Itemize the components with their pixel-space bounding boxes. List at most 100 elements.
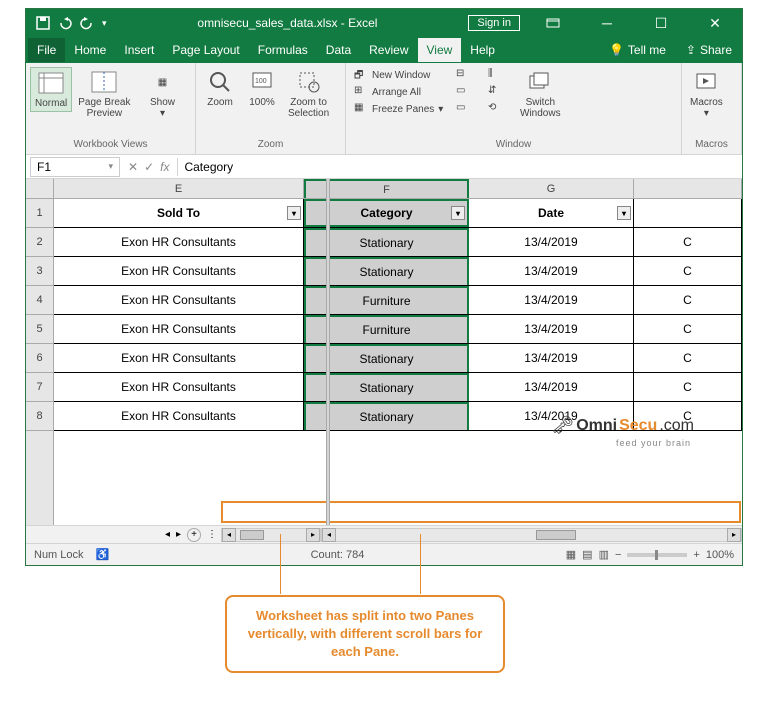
select-all-corner[interactable] xyxy=(26,179,53,199)
cell[interactable]: Exon HR Consultants xyxy=(54,257,304,285)
zoom-button[interactable]: Zoom xyxy=(200,67,240,110)
zoom-100-button[interactable]: 100 100% xyxy=(242,67,282,110)
macros-button[interactable]: Macros▾ xyxy=(686,67,727,121)
cell[interactable]: Exon HR Consultants xyxy=(54,315,304,343)
arrange-all-button[interactable]: ⊞Arrange All xyxy=(350,84,450,100)
normal-view-button[interactable]: Normal xyxy=(30,67,72,112)
add-sheet-icon[interactable]: + xyxy=(187,528,201,542)
save-icon[interactable] xyxy=(36,16,50,30)
signin-button[interactable]: Sign in xyxy=(468,15,520,31)
switch-windows-button[interactable]: Switch Windows xyxy=(516,67,565,121)
filter-icon[interactable]: ▾ xyxy=(617,206,631,220)
row-header[interactable]: 3 xyxy=(26,257,53,286)
header-date[interactable]: Date▾ xyxy=(469,199,634,227)
split-button[interactable]: ⊟ xyxy=(452,67,482,83)
cell[interactable]: 13/4/2019 xyxy=(469,257,634,285)
col-header-g[interactable]: G xyxy=(469,179,634,198)
zoom-out-icon[interactable]: − xyxy=(615,549,621,561)
cell[interactable]: 13/4/2019 xyxy=(469,315,634,343)
header-sold-to[interactable]: Sold To▾ xyxy=(54,199,304,227)
cancel-formula-icon[interactable]: ✕ xyxy=(128,160,138,174)
row-header[interactable]: 2 xyxy=(26,228,53,257)
header-next[interactable] xyxy=(634,199,742,227)
cell[interactable]: C xyxy=(634,315,742,343)
cell[interactable]: Exon HR Consultants xyxy=(54,228,304,256)
cell[interactable]: C xyxy=(634,286,742,314)
pagebreak-preview-button[interactable]: Page Break Preview xyxy=(74,67,134,121)
freeze-panes-button[interactable]: ▦Freeze Panes ▾ xyxy=(350,101,450,117)
zoom-percent[interactable]: 100% xyxy=(706,549,734,561)
cell[interactable]: 13/4/2019 xyxy=(469,373,634,401)
tab-formulas[interactable]: Formulas xyxy=(249,38,317,62)
filter-icon[interactable]: ▾ xyxy=(451,206,465,220)
cell[interactable]: C xyxy=(634,373,742,401)
row-header[interactable]: 1 xyxy=(26,199,53,228)
scroll-thumb[interactable] xyxy=(536,530,576,540)
scroll-left-icon[interactable]: ◂ xyxy=(322,528,336,542)
maximize-icon[interactable]: ☐ xyxy=(640,9,682,37)
row-header[interactable]: 6 xyxy=(26,344,53,373)
name-box[interactable]: F1 ▾ xyxy=(30,157,120,177)
tab-file[interactable]: File xyxy=(28,38,65,62)
view-normal-icon[interactable]: ▦ xyxy=(566,548,576,561)
hide-button[interactable]: ▭ xyxy=(452,84,482,100)
vertical-split-bar[interactable] xyxy=(326,179,330,525)
scrollbar-right-pane[interactable]: ◂ ▸ xyxy=(321,528,742,542)
tab-insert[interactable]: Insert xyxy=(115,38,163,62)
view-break-icon[interactable]: ▥ xyxy=(599,548,609,561)
new-window-button[interactable]: 🗗New Window xyxy=(350,67,450,83)
tab-data[interactable]: Data xyxy=(317,38,360,62)
cell[interactable]: Exon HR Consultants xyxy=(54,373,304,401)
sheet-nav-last-icon[interactable]: ▸ xyxy=(176,529,181,540)
sheet-splitter[interactable]: ⋮ xyxy=(207,529,217,540)
ribbon-display-icon[interactable] xyxy=(532,9,574,37)
tab-view[interactable]: View xyxy=(418,38,462,62)
cell[interactable]: C xyxy=(634,344,742,372)
cell[interactable]: Exon HR Consultants xyxy=(54,402,304,430)
view-layout-icon[interactable]: ▤ xyxy=(582,548,592,561)
sheet-nav-first-icon[interactable]: ◂ xyxy=(165,529,170,540)
minimize-icon[interactable]: ─ xyxy=(586,9,628,37)
tab-home[interactable]: Home xyxy=(65,38,115,62)
cell[interactable]: C xyxy=(634,257,742,285)
zoom-in-icon[interactable]: + xyxy=(693,549,699,561)
cell[interactable]: C xyxy=(634,228,742,256)
scroll-right-icon[interactable]: ▸ xyxy=(727,528,741,542)
scrollbar-left-pane[interactable]: ◂ ▸ xyxy=(221,528,321,542)
row-header[interactable]: 8 xyxy=(26,402,53,431)
name-box-dropdown-icon[interactable]: ▾ xyxy=(108,161,113,172)
cell[interactable]: 13/4/2019 xyxy=(469,228,634,256)
share-button[interactable]: Share xyxy=(700,43,732,57)
tab-review[interactable]: Review xyxy=(360,38,417,62)
unhide-button[interactable]: ▭ xyxy=(452,101,482,117)
tellme-button[interactable]: Tell me xyxy=(628,43,666,57)
formula-input[interactable]: Category xyxy=(177,158,742,176)
zoom-to-selection-button[interactable]: Zoom to Selection xyxy=(284,67,333,121)
cell[interactable]: 13/4/2019 xyxy=(469,286,634,314)
view-side-button[interactable]: ⫼ xyxy=(484,67,514,83)
accessibility-icon[interactable]: ♿ xyxy=(96,548,110,561)
col-header-next[interactable] xyxy=(634,179,742,198)
sync-scroll-button[interactable]: ⇵ xyxy=(484,84,514,100)
undo-icon[interactable] xyxy=(58,16,72,30)
scroll-right-icon[interactable]: ▸ xyxy=(306,528,320,542)
redo-icon[interactable] xyxy=(80,16,94,30)
scroll-thumb[interactable] xyxy=(240,530,264,540)
confirm-formula-icon[interactable]: ✓ xyxy=(144,160,154,174)
cell[interactable]: 13/4/2019 xyxy=(469,344,634,372)
cell[interactable]: Exon HR Consultants xyxy=(54,286,304,314)
col-header-e[interactable]: E xyxy=(54,179,304,198)
zoom-slider[interactable] xyxy=(627,553,687,557)
reset-pos-button[interactable]: ⟲ xyxy=(484,101,514,117)
fx-icon[interactable]: fx xyxy=(160,160,169,174)
filter-icon[interactable]: ▾ xyxy=(287,206,301,220)
row-header[interactable]: 5 xyxy=(26,315,53,344)
tab-help[interactable]: Help xyxy=(461,38,504,62)
row-header[interactable]: 4 xyxy=(26,286,53,315)
close-icon[interactable]: ✕ xyxy=(694,9,736,37)
row-header[interactable]: 7 xyxy=(26,373,53,402)
scroll-left-icon[interactable]: ◂ xyxy=(222,528,236,542)
show-dropdown[interactable]: ▦ Show▾ xyxy=(143,67,183,121)
tab-pagelayout[interactable]: Page Layout xyxy=(163,38,248,62)
cell[interactable]: Exon HR Consultants xyxy=(54,344,304,372)
